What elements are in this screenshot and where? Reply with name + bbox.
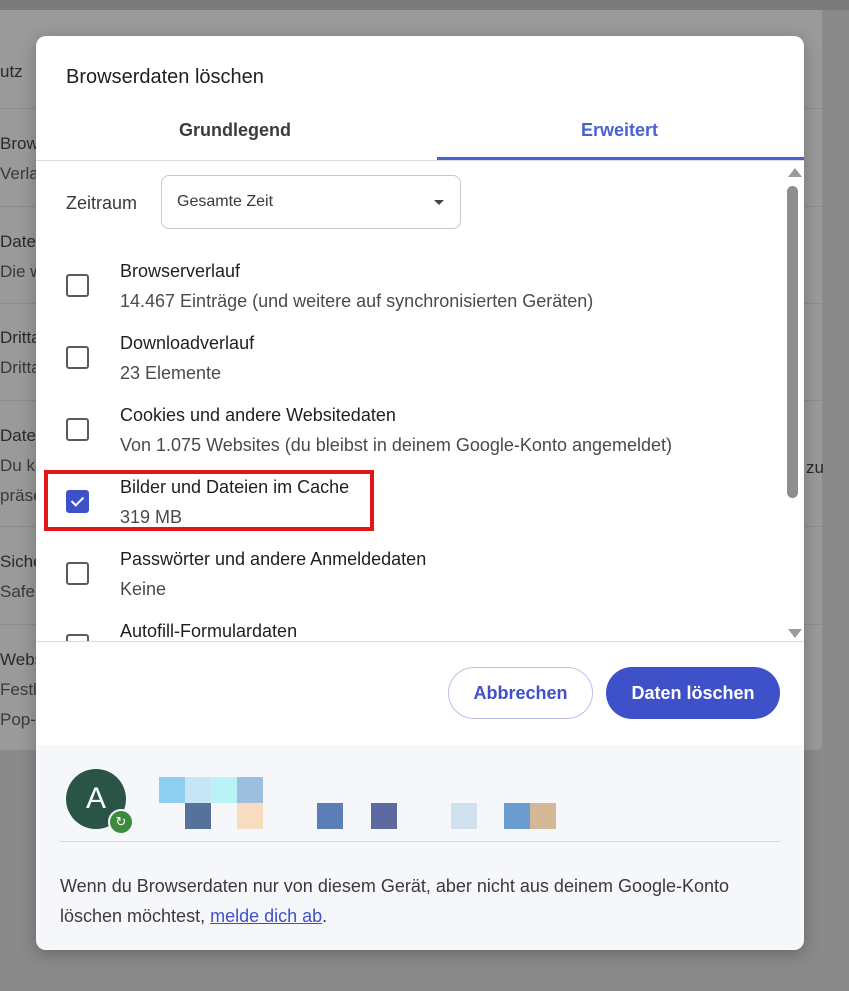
scrollbar-thumb[interactable] [787, 186, 798, 498]
tab-basic[interactable]: Grundlegend [179, 120, 291, 141]
item-title: Downloadverlauf [120, 333, 255, 353]
account-section: A ↻ Wenn du Browserdaten nur von diesem … [36, 745, 804, 950]
background-row-sub: Dritta [0, 358, 41, 377]
background-fragment: Pop- [0, 710, 36, 729]
background-row-sub: Safe [0, 582, 35, 601]
item-subtitle: Von 1.075 Websites (du bleibst in deinem… [120, 435, 673, 455]
checkbox-item-passwords[interactable]: Passwörter und andere Anmeldedaten Keine [36, 549, 776, 609]
checkbox[interactable] [66, 418, 89, 441]
info-text-before: Wenn du Browserdaten nur von diesem Gerä… [60, 876, 730, 926]
checkbox[interactable] [66, 562, 89, 585]
time-range-select[interactable]: Gesamte Zeit [161, 175, 461, 229]
checkbox[interactable] [66, 634, 89, 641]
clear-browsing-data-dialog: Browserdaten löschen Grundlegend Erweite… [36, 36, 804, 950]
background-row-sub: Festl [0, 680, 37, 699]
footer-divider [36, 641, 804, 642]
sync-icon: ↻ [108, 809, 134, 835]
pixelated-account-info [159, 777, 559, 829]
background-row-title: Dritta [0, 328, 41, 347]
scroll-up-icon[interactable] [788, 168, 802, 177]
item-title: Autofill-Formulardaten [120, 621, 298, 641]
scrollbar[interactable] [786, 166, 802, 638]
info-text-after: . [322, 906, 328, 926]
delete-data-button[interactable]: Daten löschen [606, 667, 780, 719]
checkbox-item-autofill[interactable]: Autofill-Formulardaten [36, 621, 776, 641]
tab-advanced[interactable]: Erweitert [581, 120, 658, 141]
checkbox[interactable] [66, 274, 89, 297]
highlight-box [44, 470, 374, 531]
item-title: Cookies und andere Websitedaten [120, 405, 396, 425]
account-divider [60, 841, 780, 842]
item-title: Browserverlauf [120, 261, 241, 281]
dropdown-arrow-icon [434, 200, 444, 205]
checkbox-item-download-history[interactable]: Downloadverlauf 23 Elemente [36, 333, 776, 393]
item-subtitle: Keine [120, 579, 167, 599]
checkbox[interactable] [66, 346, 89, 369]
background-topbar [0, 0, 849, 10]
dialog-title: Browserdaten löschen [66, 66, 264, 88]
checkbox-item-cookies[interactable]: Cookies und andere Websitedaten Von 1.07… [36, 405, 776, 465]
item-subtitle: 23 Elemente [120, 363, 222, 383]
tab-divider [36, 160, 804, 161]
background-header-fragment: utz [0, 62, 23, 81]
time-range-value: Gesamte Zeit [177, 193, 274, 210]
time-range-label: Zeitraum [66, 193, 138, 213]
item-subtitle: 14.467 Einträge (und weitere auf synchro… [120, 291, 594, 311]
cancel-button[interactable]: Abbrechen [448, 667, 593, 719]
checkbox-item-browsing-history[interactable]: Browserverlauf 14.467 Einträge (und weit… [36, 261, 776, 321]
scroll-down-icon[interactable] [788, 629, 802, 638]
background-right-fragment: zu [806, 458, 824, 477]
item-title: Passwörter und andere Anmeldedaten [120, 549, 427, 569]
sign-out-info: Wenn du Browserdaten nur von diesem Gerä… [60, 871, 790, 931]
sign-out-link[interactable]: melde dich ab [210, 906, 322, 926]
